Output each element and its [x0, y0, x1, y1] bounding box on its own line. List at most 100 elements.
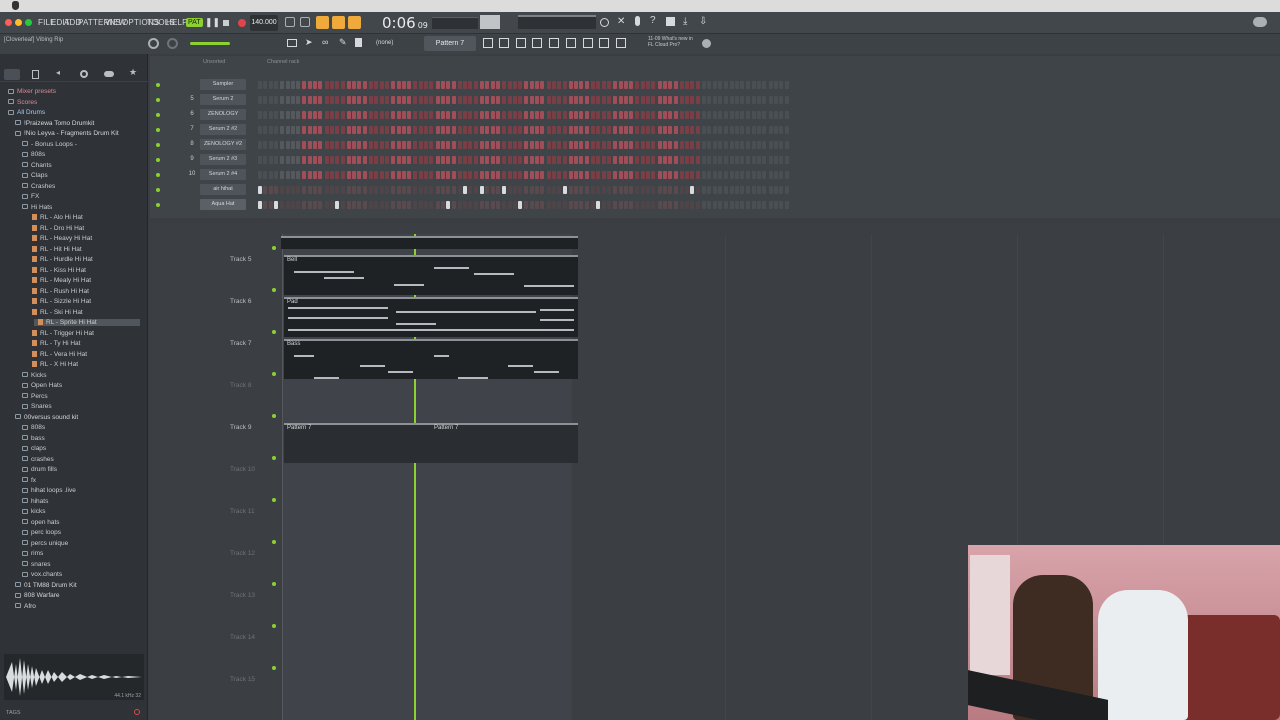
- step-button[interactable]: [773, 126, 778, 134]
- step-button[interactable]: [280, 126, 285, 134]
- step-button[interactable]: [446, 186, 451, 194]
- step-button[interactable]: [779, 186, 784, 194]
- browser-folder-item[interactable]: vox.chants: [22, 571, 62, 578]
- step-button[interactable]: [551, 96, 556, 104]
- step-button[interactable]: [429, 96, 434, 104]
- step-button[interactable]: [657, 111, 662, 119]
- step-button[interactable]: [480, 156, 484, 164]
- piano-roll-icon[interactable]: [483, 38, 493, 48]
- step-button[interactable]: [324, 156, 329, 164]
- channel-name-button[interactable]: Serum 2: [200, 94, 246, 105]
- step-button[interactable]: [435, 201, 440, 209]
- step-button[interactable]: [507, 96, 512, 104]
- step-button[interactable]: [391, 141, 396, 149]
- step-button[interactable]: [640, 186, 645, 194]
- step-button[interactable]: [302, 111, 307, 119]
- step-button[interactable]: [596, 171, 601, 179]
- step-button[interactable]: [435, 111, 440, 119]
- step-button[interactable]: [591, 171, 595, 179]
- step-button[interactable]: [302, 96, 307, 104]
- step-button[interactable]: [768, 186, 773, 194]
- step-button[interactable]: [746, 111, 751, 119]
- step-button[interactable]: [740, 126, 745, 134]
- step-button[interactable]: [629, 111, 634, 119]
- step-button[interactable]: [290, 156, 295, 164]
- step-button[interactable]: [524, 201, 529, 209]
- step-button[interactable]: [757, 141, 761, 149]
- step-button[interactable]: [401, 81, 406, 89]
- step-button[interactable]: [606, 141, 611, 149]
- step-button[interactable]: [512, 111, 517, 119]
- step-button[interactable]: [546, 81, 551, 89]
- step-button[interactable]: [618, 186, 623, 194]
- step-button[interactable]: [668, 81, 673, 89]
- browser-file-item[interactable]: RL - Alo Hi Hat: [32, 214, 83, 221]
- step-button[interactable]: [673, 126, 678, 134]
- step-button[interactable]: [285, 96, 290, 104]
- step-button[interactable]: [524, 81, 529, 89]
- step-button[interactable]: [679, 126, 684, 134]
- step-button[interactable]: [490, 171, 495, 179]
- step-button[interactable]: [302, 141, 307, 149]
- step-button[interactable]: [584, 201, 589, 209]
- step-button[interactable]: [457, 141, 462, 149]
- step-button[interactable]: [268, 96, 273, 104]
- step-button[interactable]: [502, 156, 507, 164]
- step-button[interactable]: [424, 81, 428, 89]
- channel-mixer-track[interactable]: 8: [185, 141, 199, 147]
- search-icon[interactable]: [134, 709, 140, 715]
- step-button[interactable]: [662, 81, 667, 89]
- channel-mute-led[interactable]: [156, 143, 160, 147]
- step-button[interactable]: [729, 141, 734, 149]
- step-button[interactable]: [529, 111, 534, 119]
- step-button[interactable]: [329, 186, 334, 194]
- step-button[interactable]: [717, 186, 722, 194]
- step-button[interactable]: [495, 126, 500, 134]
- step-button[interactable]: [679, 81, 684, 89]
- step-button[interactable]: [463, 81, 468, 89]
- step-button[interactable]: [601, 141, 606, 149]
- step-button[interactable]: [524, 141, 529, 149]
- step-button[interactable]: [324, 96, 329, 104]
- channel-name-button[interactable]: Serum 2 #2: [200, 124, 246, 135]
- step-button[interactable]: [268, 156, 273, 164]
- step-button[interactable]: [357, 201, 362, 209]
- channel-mixer-track[interactable]: 10: [185, 171, 199, 177]
- channel-mute-led[interactable]: [156, 98, 160, 102]
- step-button[interactable]: [384, 141, 389, 149]
- step-button[interactable]: [285, 201, 290, 209]
- step-button[interactable]: [784, 141, 789, 149]
- step-button[interactable]: [507, 201, 512, 209]
- browser-folder-item[interactable]: rims: [22, 550, 43, 557]
- step-button[interactable]: [391, 111, 396, 119]
- step-button[interactable]: [418, 171, 423, 179]
- step-button[interactable]: [535, 96, 539, 104]
- step-button[interactable]: [734, 111, 739, 119]
- step-button[interactable]: [762, 171, 767, 179]
- step-button[interactable]: [391, 186, 396, 194]
- step-button[interactable]: [413, 96, 418, 104]
- step-button[interactable]: [340, 111, 345, 119]
- pat-song-toggle[interactable]: PAT: [186, 18, 203, 27]
- step-button[interactable]: [668, 96, 673, 104]
- step-button[interactable]: [673, 111, 678, 119]
- step-button[interactable]: [446, 156, 451, 164]
- step-button[interactable]: [407, 81, 412, 89]
- step-button[interactable]: [374, 81, 379, 89]
- step-button[interactable]: [273, 81, 278, 89]
- browser-gear-icon[interactable]: [80, 70, 88, 78]
- loop-record-toggle[interactable]: [348, 16, 361, 29]
- step-button[interactable]: [329, 156, 334, 164]
- step-button[interactable]: [657, 126, 662, 134]
- arrow-icon[interactable]: ➤: [305, 37, 313, 48]
- step-button[interactable]: [717, 156, 722, 164]
- step-button[interactable]: [762, 96, 767, 104]
- step-button[interactable]: [268, 201, 273, 209]
- step-button[interactable]: [302, 186, 307, 194]
- step-button[interactable]: [263, 111, 268, 119]
- step-button[interactable]: [518, 126, 523, 134]
- step-button[interactable]: [623, 186, 628, 194]
- step-button[interactable]: [273, 171, 278, 179]
- step-button[interactable]: [613, 141, 618, 149]
- step-button[interactable]: [507, 111, 512, 119]
